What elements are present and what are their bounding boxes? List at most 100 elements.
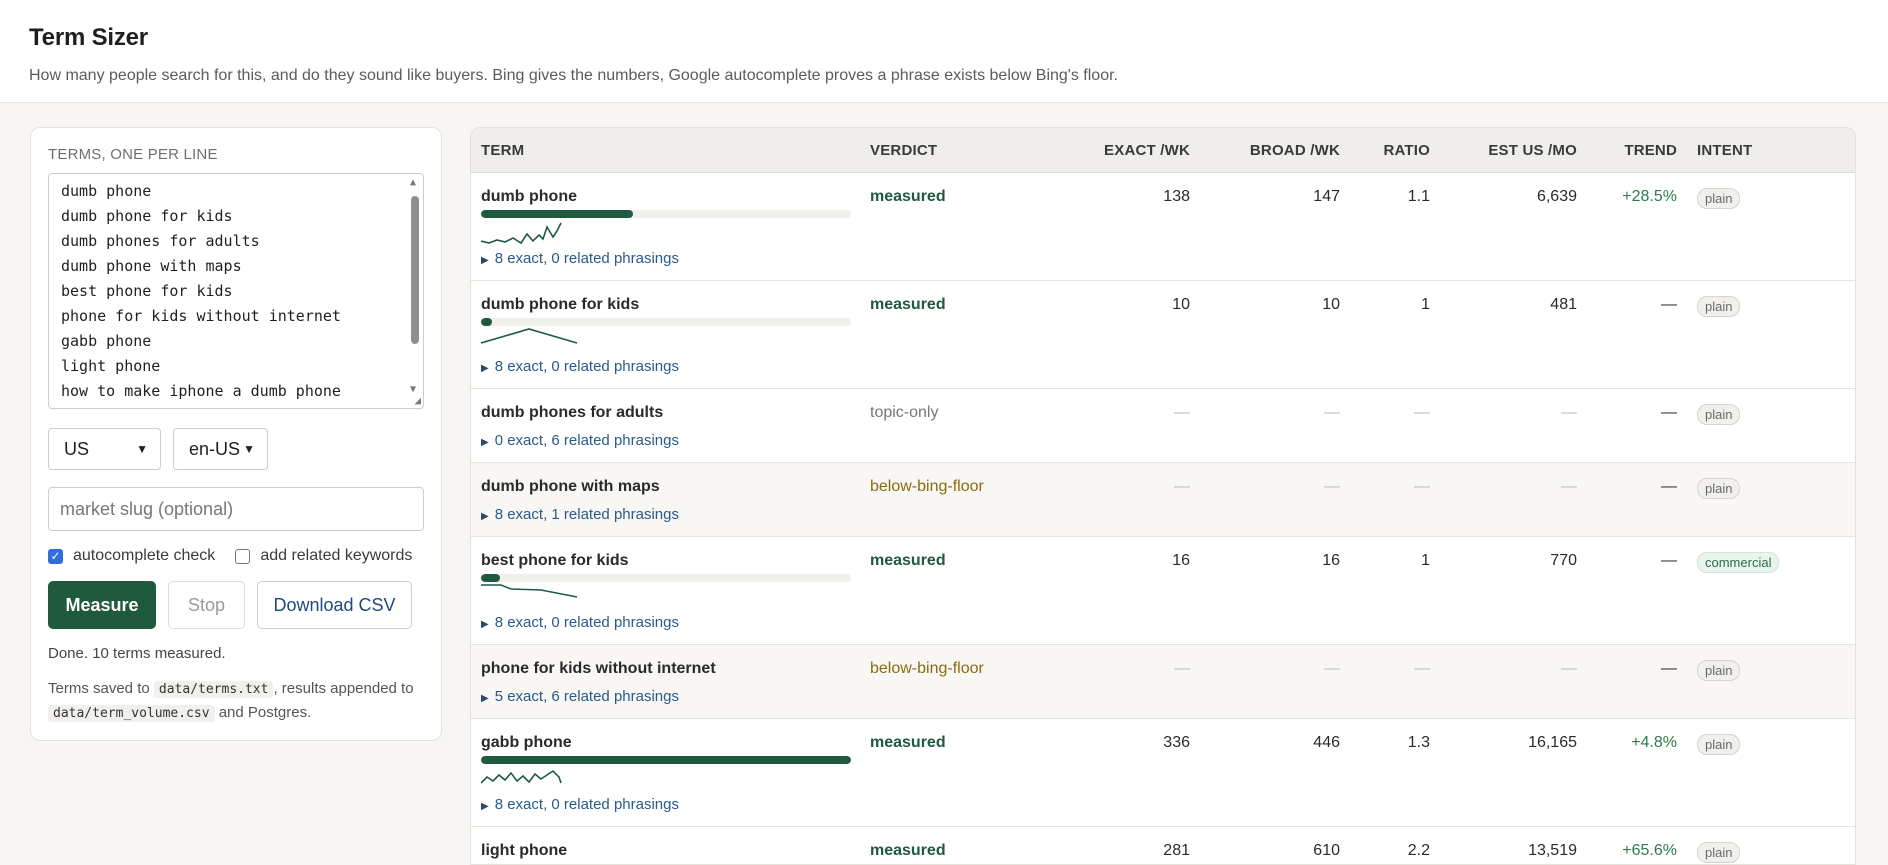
phrasings-label: 8 exact, 0 related phrasings (494, 358, 679, 375)
terms-file-path: data/terms.txt (153, 681, 274, 698)
phrasings-toggle[interactable]: ▶ 8 exact, 1 related phrasings (481, 506, 679, 523)
trend-cell: +28.5% (1622, 188, 1677, 205)
broad-cell: — (1324, 404, 1340, 421)
table-row[interactable]: dumb phone with maps below-bing-floor — — — —… (471, 463, 1855, 537)
exact-cell: — (1174, 478, 1190, 495)
phrasings-label: 8 exact, 0 related phrasings (494, 250, 679, 267)
broad-cell: 147 (1313, 188, 1340, 205)
ratio-cell: — (1414, 404, 1430, 421)
trend-cell: — (1661, 552, 1677, 569)
page-subtitle: How many people search for this, and do … (29, 67, 1118, 84)
scroll-up-icon[interactable]: ▲ (410, 177, 416, 188)
triangle-right-icon: ▶ (481, 511, 489, 522)
ratio-cell: 1 (1421, 296, 1430, 313)
term-cell: light phone (481, 842, 568, 859)
ratio-cell: 1.1 (1407, 188, 1430, 205)
phrasings-toggle[interactable]: ▶ 8 exact, 0 related phrasings (481, 358, 679, 375)
table-row[interactable]: best phone for kids measured 16 16 1 770 — comm… (471, 537, 1855, 645)
table-row[interactable]: light phone measured 281 610 2.2 13,519 +65.6%… (471, 827, 1855, 864)
control-panel: TERMS, ONE PER LINE dumb phone dumb phon… (30, 127, 442, 741)
measure-button[interactable]: Measure (48, 581, 156, 629)
country-select[interactable]: US ▼ (48, 428, 161, 470)
intent-badge: plain (1697, 296, 1741, 317)
est-cell: 13,519 (1528, 842, 1577, 859)
page-title: Term Sizer (29, 24, 148, 51)
volume-bar-fill (481, 318, 493, 326)
triangle-right-icon: ▶ (481, 363, 489, 374)
term-cell: best phone for kids (481, 552, 629, 569)
phrasings-toggle[interactable]: ▶ 8 exact, 0 related phrasings (481, 796, 679, 813)
phrasings-label: 8 exact, 0 related phrasings (494, 796, 679, 813)
exact-cell: 138 (1163, 188, 1190, 205)
intent-badge: plain (1697, 404, 1741, 425)
col-intent[interactable]: INTENT (1697, 142, 1752, 159)
phrasings-toggle[interactable]: ▶ 8 exact, 0 related phrasings (481, 250, 679, 267)
intent-badge: plain (1697, 478, 1741, 499)
phrasings-label: 8 exact, 0 related phrasings (494, 614, 679, 631)
terms-scrollbar[interactable]: ▲ ▼ (409, 177, 421, 403)
volume-bar (481, 756, 851, 764)
table-row[interactable]: dumb phone for kids measured 10 10 1 481 — plai… (471, 281, 1855, 389)
phrasings-toggle[interactable]: ▶ 5 exact, 6 related phrasings (481, 688, 679, 705)
col-broad[interactable]: BROAD /WK (1250, 142, 1340, 159)
col-est[interactable]: EST US /MO (1488, 142, 1577, 159)
locale-select[interactable]: en-US ▼ (173, 428, 268, 470)
term-cell: dumb phone (481, 188, 577, 205)
trend-sparkline (481, 328, 578, 344)
resize-grip-icon[interactable]: ◢ (414, 394, 421, 407)
broad-cell: — (1324, 660, 1340, 677)
term-cell: dumb phone for kids (481, 296, 640, 313)
terms-textarea[interactable]: dumb phone dumb phone for kids dumb phon… (48, 173, 424, 409)
verdict-cell: below-bing-floor (870, 660, 984, 677)
table-row[interactable]: dumb phone measured 138 147 1.1 6,639 +28.5% pl… (471, 173, 1855, 281)
intent-badge: commercial (1697, 552, 1780, 573)
col-trend[interactable]: TREND (1624, 142, 1677, 159)
volume-bar-fill (481, 574, 500, 582)
terms-line: dumb phones for adults (61, 232, 260, 250)
market-slug-input[interactable]: market slug (optional) (48, 487, 424, 531)
terms-line: how to make iphone a dumb phone (61, 382, 341, 400)
est-cell: 770 (1550, 552, 1577, 569)
volume-bar (481, 210, 851, 218)
trend-cell: +4.8% (1631, 734, 1677, 751)
est-cell: — (1561, 478, 1577, 495)
trend-sparkline (481, 769, 562, 784)
terms-line: dumb phone with maps (61, 257, 242, 275)
phrasings-toggle[interactable]: ▶ 8 exact, 0 related phrasings (481, 614, 679, 631)
est-cell: 16,165 (1528, 734, 1577, 751)
broad-cell: 16 (1322, 552, 1340, 569)
col-ratio[interactable]: RATIO (1383, 142, 1430, 159)
autocomplete-checkbox[interactable]: ✓ (48, 548, 63, 564)
chevron-down-icon: ▼ (136, 442, 148, 456)
ratio-cell: 1.3 (1407, 734, 1430, 751)
related-keywords-label: add related keywords (260, 547, 413, 564)
term-cell: phone for kids without internet (481, 660, 716, 677)
verdict-cell: measured (870, 188, 946, 205)
table-row[interactable]: gabb phone measured 336 446 1.3 16,165 +4.8% pl… (471, 719, 1855, 827)
phrasings-toggle[interactable]: ▶ 0 exact, 6 related phrasings (481, 432, 679, 449)
phrasings-label: 0 exact, 6 related phrasings (494, 432, 679, 449)
chevron-down-icon: ▼ (243, 442, 255, 456)
trend-cell: +65.6% (1622, 842, 1677, 859)
scroll-thumb[interactable] (411, 196, 419, 344)
col-exact[interactable]: EXACT /WK (1104, 142, 1190, 159)
download-csv-button[interactable]: Download CSV (257, 581, 412, 629)
triangle-right-icon: ▶ (481, 693, 489, 704)
col-term[interactable]: TERM (481, 142, 524, 159)
exact-cell: — (1174, 660, 1190, 677)
volume-bar-fill (481, 210, 633, 218)
status-message: Done. 10 terms measured. (48, 645, 226, 662)
volume-bar (481, 574, 851, 582)
triangle-right-icon: ▶ (481, 801, 489, 812)
stop-button[interactable]: Stop (168, 581, 245, 629)
phrasings-label: 5 exact, 6 related phrasings (494, 688, 679, 705)
verdict-cell: measured (870, 734, 946, 751)
table-body: dumb phone measured 138 147 1.1 6,639 +28.5% pl… (471, 173, 1855, 864)
intent-badge: plain (1697, 734, 1741, 755)
related-keywords-checkbox[interactable] (235, 548, 251, 564)
col-verdict[interactable]: VERDICT (870, 142, 937, 159)
trend-cell: — (1661, 660, 1677, 677)
table-row[interactable]: phone for kids without internet below-bin… (471, 645, 1855, 719)
checkmark-icon: ✓ (50, 549, 61, 563)
table-row[interactable]: dumb phones for adults topic-only — — — — — pla… (471, 389, 1855, 463)
